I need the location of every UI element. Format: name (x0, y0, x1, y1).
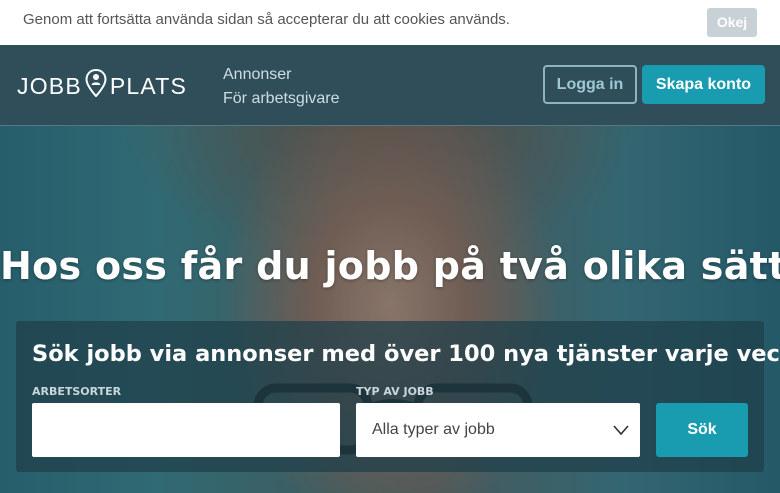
logo-text-right: PLATS (109, 72, 188, 99)
hero-title: Hos oss får du jobb på två olika sätt! (0, 244, 780, 288)
map-pin-person-icon (85, 68, 107, 103)
cookie-banner: Genom att fortsätta använda sidan så acc… (0, 0, 780, 45)
site-logo[interactable]: JOBB PLATS (17, 68, 188, 103)
cookie-accept-button[interactable]: Okej (707, 8, 757, 37)
cookie-message: Genom att fortsätta använda sidan så acc… (23, 11, 510, 28)
location-field-label: ARBETSORTER (32, 385, 122, 398)
job-type-field-label: TYP AV JOBB (356, 385, 434, 398)
job-search-panel: Sök jobb via annonser med över 100 nya t… (16, 321, 780, 472)
job-type-selected-value: Alla typer av jobb (372, 421, 495, 438)
location-input[interactable] (32, 403, 340, 457)
create-account-button[interactable]: Skapa konto (642, 65, 765, 104)
nav-link-annonser[interactable]: Annonser (223, 63, 340, 87)
search-heading: Sök jobb via annonser med över 100 nya t… (32, 341, 780, 367)
hero-section: Hos oss får du jobb på två olika sätt! S… (0, 126, 780, 493)
main-nav: Annonser För arbetsgivare (223, 63, 340, 111)
logo-text-left: JOBB (17, 72, 82, 99)
nav-link-for-arbetsgivare[interactable]: För arbetsgivare (223, 87, 340, 111)
chevron-down-icon (613, 425, 629, 436)
top-navbar: JOBB PLATS Annonser För arbetsgivare Log… (0, 45, 780, 126)
search-button[interactable]: Sök (656, 403, 748, 457)
login-button[interactable]: Logga in (543, 65, 637, 104)
job-type-select[interactable]: Alla typer av jobb (356, 403, 640, 457)
